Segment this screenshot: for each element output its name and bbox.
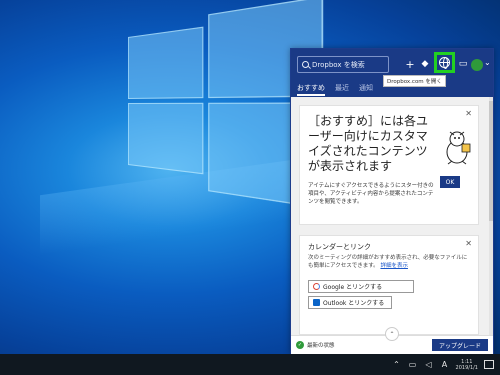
ime-indicator[interactable]: A	[440, 360, 450, 370]
tab-recent[interactable]: 最近	[335, 83, 349, 96]
clock[interactable]: 1:11 2019/1/1	[456, 359, 478, 371]
card-description: 次のミーティングの詳細がおすすめ表示され、必要なファイルにも簡単にアクセスできま…	[308, 254, 472, 270]
search-icon	[302, 61, 309, 68]
panel-body: ✕ ［おすすめ］には各ユーザー向けにカスタマイズされたコンテンツが表示されます …	[291, 97, 493, 335]
card-description: アイテムにすぐアクセスできるようにスター付きの項目や、アクティビティ内容から提案…	[308, 183, 434, 205]
scroll-up-button[interactable]: ⌃	[385, 327, 399, 341]
link-google-button[interactable]: Google とリンクする	[308, 280, 414, 293]
clock-date: 2019/1/1	[455, 364, 478, 371]
layers-icon[interactable]: ◆	[419, 57, 431, 71]
open-dropbox-web-button[interactable]	[434, 52, 455, 73]
button-label: Outlook とリンクする	[323, 300, 385, 307]
plus-icon[interactable]: +	[404, 57, 416, 71]
sync-status: ✓ 最新の状態	[296, 341, 335, 349]
logo-pane	[128, 102, 204, 175]
globe-icon	[439, 57, 450, 69]
card-title: カレンダーとリンク	[308, 243, 371, 251]
upgrade-button[interactable]: アップグレード	[432, 339, 488, 351]
outlook-icon	[313, 299, 320, 306]
button-label: Google とリンクする	[323, 284, 383, 291]
chevron-up-icon[interactable]: ⌃	[392, 360, 402, 370]
close-icon[interactable]: ✕	[465, 109, 472, 118]
search-placeholder: Dropbox を検索	[312, 60, 365, 69]
dropbox-tray-icon[interactable]: ▭	[408, 360, 418, 370]
tab-notifications[interactable]: 通知	[359, 83, 373, 96]
scrollbar[interactable]	[489, 97, 493, 335]
avatar[interactable]	[471, 59, 483, 71]
tooltip: Dropbox.com を開く	[383, 75, 446, 87]
details-link[interactable]: 詳細を表示	[380, 263, 408, 269]
ok-button[interactable]: OK	[440, 176, 460, 188]
chevron-down-icon[interactable]: ⌄	[484, 58, 491, 67]
recommended-info-card: ✕ ［おすすめ］には各ユーザー向けにカスタマイズされたコンテンツが表示されます …	[299, 105, 479, 225]
dropbox-panel: Dropbox を検索 + ◆ ▭ ⌄ Dropbox.com を開く おすすめ…	[290, 48, 494, 354]
search-input[interactable]: Dropbox を検索	[297, 56, 389, 73]
google-icon	[313, 283, 320, 290]
logo-pane	[128, 26, 204, 99]
volume-icon[interactable]: ◁	[424, 360, 434, 370]
tab-recommended[interactable]: おすすめ	[297, 83, 325, 96]
tab-bar: おすすめ 最近 通知	[297, 83, 373, 96]
close-icon[interactable]: ✕	[465, 239, 472, 248]
panel-header: Dropbox を検索 + ◆ ▭ ⌄ Dropbox.com を開く おすすめ…	[291, 49, 493, 97]
mascot-illustration	[446, 131, 471, 165]
notification-icon[interactable]	[484, 360, 494, 369]
taskbar: ⌃ ▭ ◁ A 1:11 2019/1/1	[0, 354, 500, 375]
card-title: ［おすすめ］には各ユーザー向けにカスタマイズされたコンテンツが表示されます	[308, 114, 429, 173]
calendar-link-card: ✕ カレンダーとリンク 次のミーティングの詳細がおすすめ表示され、必要なファイル…	[299, 235, 479, 335]
scroll-thumb[interactable]	[489, 101, 493, 221]
check-icon: ✓	[296, 341, 304, 349]
status-text: 最新の状態	[307, 343, 335, 349]
link-outlook-button[interactable]: Outlook とリンクする	[308, 296, 392, 309]
folder-icon[interactable]: ▭	[457, 57, 469, 71]
